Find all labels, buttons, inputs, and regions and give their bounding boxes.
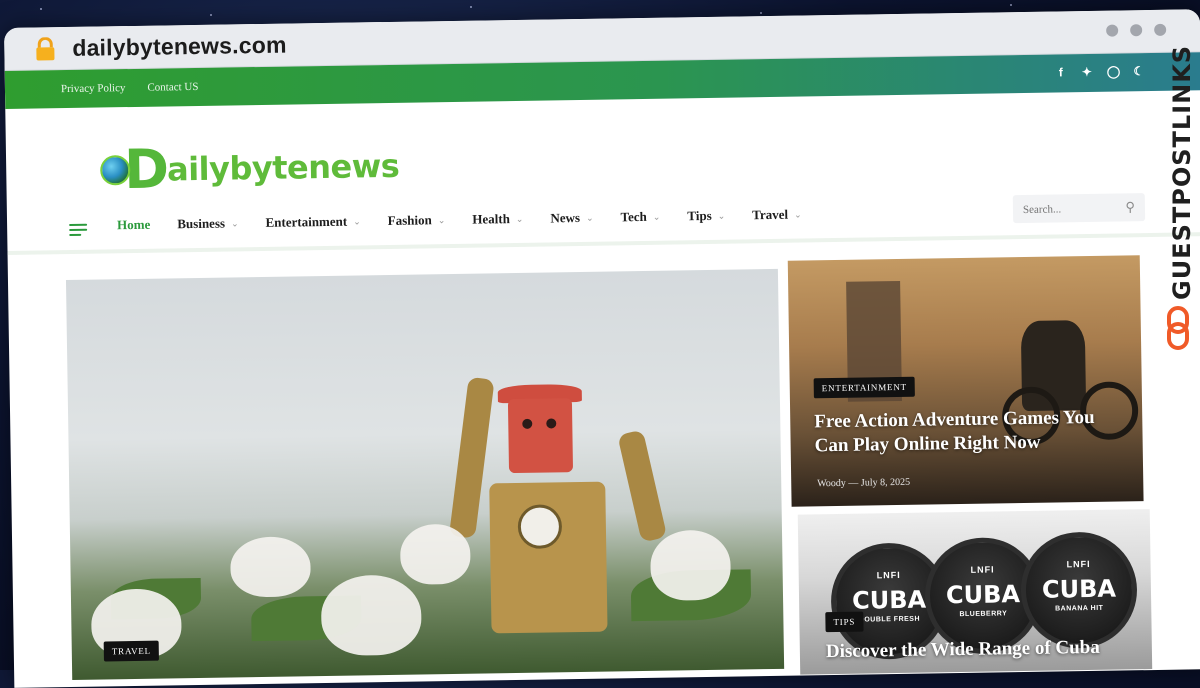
logo-text: ailybytenews: [166, 146, 400, 189]
search-input[interactable]: [1012, 193, 1122, 226]
nav-item-label: Fashion: [387, 212, 432, 228]
article-card[interactable]: ENTERTAINMENT Free Action Adventure Game…: [787, 255, 1144, 507]
nav-item-tech[interactable]: Tech ⌄: [620, 209, 660, 226]
chevron-down-icon: ⌄: [585, 212, 594, 223]
nav-item-label: News: [550, 209, 581, 226]
hamburger-menu-icon[interactable]: [69, 223, 88, 239]
tin-flavor: BLUEBERRY: [959, 610, 1008, 619]
nav-item-label: Health: [472, 211, 510, 227]
logo-initial: D: [123, 137, 170, 202]
social-links: f ✦ ◯ ☾: [1055, 64, 1145, 79]
moon-icon[interactable]: ☾: [1133, 64, 1145, 78]
hero-article-image[interactable]: TRAVEL: [65, 268, 785, 681]
window-dot[interactable]: [1154, 23, 1167, 36]
nav-item-home[interactable]: Home: [117, 217, 150, 234]
article-author[interactable]: Woody: [817, 478, 846, 489]
nav-item-news[interactable]: News ⌄: [550, 210, 593, 227]
browser-window: dailybytenews.com Privacy Policy Contact…: [4, 9, 1200, 688]
chevron-down-icon: ⌄: [230, 217, 239, 228]
chevron-down-icon: ⌄: [515, 213, 524, 224]
nav-item-label: Business: [177, 215, 226, 232]
tin-brand: LNFI: [1066, 558, 1091, 570]
tin-brand: LNFI: [970, 564, 995, 575]
nav-item-fashion[interactable]: Fashion ⌄: [388, 212, 446, 229]
window-controls: [1106, 23, 1167, 37]
nav-item-health[interactable]: Health ⌄: [472, 211, 523, 228]
chevron-down-icon: ⌄: [717, 210, 726, 221]
contact-us-link[interactable]: Contact US: [147, 81, 198, 94]
nav-item-label: Entertainment: [265, 213, 348, 230]
robot-arm: [449, 376, 495, 539]
robot-head: [507, 398, 574, 474]
robot-eye: [546, 418, 557, 429]
robot-body: [489, 481, 608, 634]
site-logo[interactable]: D ailybytenews: [100, 137, 400, 202]
nav-item-travel[interactable]: Travel ⌄: [752, 206, 802, 223]
facebook-icon[interactable]: f: [1055, 65, 1067, 79]
tin-flavor: BANANA HIT: [1055, 604, 1104, 613]
article-card[interactable]: LNFI CUBA DOUBLE FRESH LNFI CUBA BLUEBER…: [797, 509, 1153, 675]
chevron-down-icon: ⌄: [794, 208, 802, 220]
search-icon[interactable]: ⚲: [1125, 199, 1135, 215]
url-text[interactable]: dailybytenews.com: [72, 32, 287, 62]
category-badge[interactable]: ENTERTAINMENT: [813, 376, 916, 399]
window-dot[interactable]: [1130, 24, 1143, 37]
watermark: GUESTPOSTLINKS: [1162, 45, 1196, 358]
nav-item-label: Tips: [687, 207, 712, 224]
main-content: TRAVEL ENTERTAINMENT Free Action Adventu…: [8, 236, 1200, 681]
twitter-icon[interactable]: ✦: [1081, 65, 1093, 79]
article-date: July 8, 2025: [860, 476, 911, 489]
meta-separator: —: [848, 477, 861, 489]
site-header: D ailybytenews: [5, 90, 1200, 207]
nav-menu: Home Business ⌄ Entertainment ⌄ Fashion ⌄ H…: [117, 206, 802, 233]
robot-arm: [617, 429, 668, 543]
product-tin: LNFI CUBA BANANA HIT: [1020, 531, 1138, 650]
privacy-policy-link[interactable]: Privacy Policy: [61, 82, 126, 95]
chevron-down-icon: ⌄: [353, 215, 361, 227]
article-title[interactable]: Discover the Wide Range of Cuba: [826, 635, 1146, 664]
nav-item-label: Travel: [752, 206, 789, 223]
nav-item-label: Tech: [620, 208, 647, 225]
category-badge[interactable]: TIPS: [825, 611, 864, 633]
window-dot[interactable]: [1106, 24, 1119, 37]
category-badge[interactable]: TRAVEL: [103, 640, 160, 662]
lock-icon: [36, 37, 55, 61]
article-meta: Woody — July 8, 2025: [817, 477, 910, 489]
tin-brand: LNFI: [876, 569, 901, 581]
robot-eye: [522, 418, 533, 429]
instagram-icon[interactable]: ◯: [1107, 64, 1121, 78]
top-links: Privacy Policy Contact US: [61, 81, 199, 95]
tin-name: CUBA: [1041, 574, 1117, 604]
nav-item-entertainment[interactable]: Entertainment ⌄: [265, 213, 360, 230]
nav-item-label: Home: [116, 216, 151, 233]
watermark-text: GUESTPOSTLINKS: [1168, 44, 1196, 300]
chevron-down-icon: ⌄: [652, 211, 661, 222]
chain-link-icon: [1167, 306, 1189, 350]
article-title[interactable]: Free Action Adventure Games You Can Play…: [814, 406, 1115, 459]
search-box: ⚲: [1012, 193, 1146, 226]
nav-item-business[interactable]: Business ⌄: [177, 215, 238, 232]
nav-item-tips[interactable]: Tips ⌄: [687, 208, 725, 225]
chevron-down-icon: ⌄: [437, 214, 446, 225]
